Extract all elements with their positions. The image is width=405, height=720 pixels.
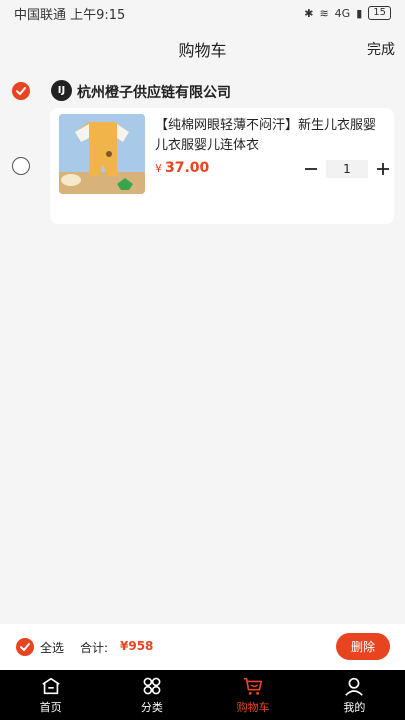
select-all-label: 全选 <box>40 640 65 655</box>
price-value: 37.00 <box>165 160 210 176</box>
increase-button[interactable] <box>372 160 394 178</box>
home-icon <box>41 677 60 695</box>
cart-icon <box>243 677 263 695</box>
tab-label: 首页 <box>39 701 62 714</box>
quantity-input[interactable]: 1 <box>326 160 368 178</box>
status-bar: 中国联通 上午9:15 ✱ ≋ 4G ▮ 15 <box>0 0 405 26</box>
check-icon <box>16 87 26 95</box>
profile-icon <box>345 677 364 696</box>
select-all-checkbox[interactable] <box>16 638 34 656</box>
tab-bar: 首页 分类 购物车 我的 <box>0 670 405 720</box>
cart-item-card[interactable]: 【纯棉网眼轻薄不闷汗】新生儿衣服婴儿衣服婴儿连体衣 ¥37.00 1 <box>50 108 394 224</box>
shop-name[interactable]: 杭州橙子供应链有限公司 <box>77 82 231 102</box>
checkout-bar: 全选 合计: ¥958 删除 <box>0 624 405 670</box>
shop-checkbox[interactable] <box>12 82 30 100</box>
wifi-icon: ≋ <box>319 6 329 20</box>
product-title[interactable]: 【纯棉网眼轻薄不闷汗】新生儿衣服婴儿衣服婴儿连体衣 <box>155 116 387 156</box>
decrease-button[interactable] <box>300 160 322 178</box>
tab-label: 购物车 <box>236 701 270 714</box>
tab-profile[interactable]: 我的 <box>304 670 405 720</box>
done-button[interactable]: 完成 <box>367 39 395 59</box>
delete-button[interactable]: 删除 <box>336 633 390 660</box>
check-icon <box>20 643 30 651</box>
total-label: 合计: <box>80 641 109 655</box>
tab-label: 分类 <box>140 701 163 714</box>
nav-bar: 购物车 完成 <box>0 26 405 72</box>
status-icons: ✱ ≋ 4G ▮ 15 <box>304 6 391 20</box>
bluetooth-icon: ✱ <box>304 6 314 20</box>
tab-category[interactable]: 分类 <box>101 670 202 720</box>
product-price: ¥37.00 <box>155 160 209 176</box>
quantity-stepper: 1 <box>300 160 394 178</box>
tab-home[interactable]: 首页 <box>0 670 101 720</box>
tab-cart[interactable]: 购物车 <box>203 670 304 720</box>
shop-row: IJ 杭州橙子供应链有限公司 <box>0 76 405 106</box>
item-checkbox[interactable] <box>12 157 30 175</box>
total-value: ¥958 <box>120 639 154 653</box>
carrier-time: 中国联通 上午9:15 <box>14 7 126 23</box>
shop-logo: IJ <box>51 80 72 101</box>
battery-icon: 15 <box>368 6 391 20</box>
tab-label: 我的 <box>343 701 366 714</box>
page-title: 购物车 <box>178 41 227 60</box>
minus-icon <box>305 168 317 170</box>
currency-symbol: ¥ <box>155 162 162 175</box>
product-thumbnail[interactable] <box>59 114 145 194</box>
plus-icon <box>377 163 389 175</box>
category-icon <box>143 677 161 695</box>
signal-icon: ▮ <box>356 6 363 20</box>
select-all-toggle[interactable]: 全选 <box>16 638 64 656</box>
signal-text: 4G <box>334 6 351 20</box>
